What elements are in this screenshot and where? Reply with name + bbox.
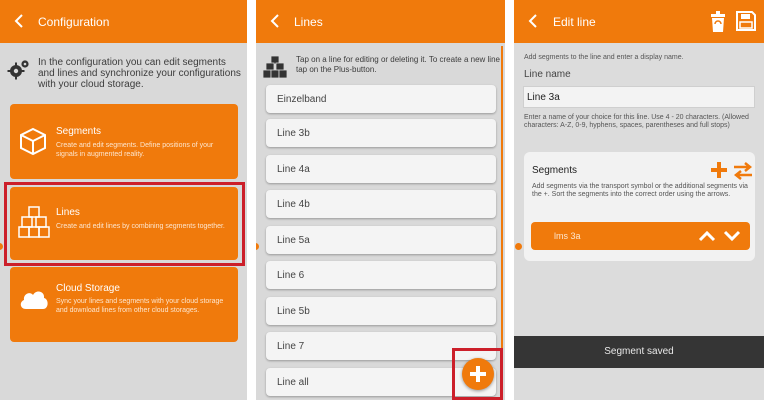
cube-icon [20,127,46,156]
cloud-icon [20,291,48,309]
line-label: Line 3b [277,128,310,139]
card-title: Segments [56,126,102,137]
list-item[interactable]: Line 3b [266,119,496,147]
intro-text: Tap on a line for editing or deleting it… [296,55,500,74]
back-arrow-icon[interactable] [526,13,542,29]
lines-screen: Lines Tap on a line for editing or delet… [256,0,505,400]
line-label: Line 7 [277,341,305,352]
line-label: Line 5a [277,235,310,246]
move-down-icon[interactable] [723,230,741,242]
app-bar: Edit line [514,0,764,43]
page-edge-indicator [515,243,522,250]
plus-icon[interactable] [710,161,728,179]
edit-line-screen: Edit line Add segments to the line and e… [514,0,764,400]
highlight-frame [452,348,503,400]
card-description: Create and edit segments. Define positio… [56,142,214,158]
list-item[interactable]: Einzelband [266,85,496,113]
line-label: Einzelband [277,94,327,105]
app-bar: Configuration [0,0,247,43]
line-name-input[interactable]: Line 3a [523,86,755,108]
line-name-hint: Enter a name of your choice for this lin… [524,114,749,129]
page-edge-indicator [0,243,3,250]
move-up-icon[interactable] [698,230,716,242]
segments-hint: Add segments via the transport symbol or… [532,183,748,198]
highlight-frame [4,182,245,266]
app-bar: Lines [256,0,505,43]
intro-text: In the configuration you can edit segmen… [38,57,241,90]
segment-item[interactable]: lms 3a [531,222,750,250]
list-item[interactable]: Line 5a [266,226,496,254]
page-title: Edit line [553,15,596,29]
scrollbar[interactable] [501,46,503,400]
gears-icon [7,60,29,80]
list-item[interactable]: Line 4a [266,155,496,183]
card-title: Cloud Storage [56,283,120,294]
configuration-screen: Configuration In the configuration you c… [0,0,247,400]
page-edge-indicator [256,243,259,250]
intro-text: Add segments to the line and enter a dis… [524,54,684,61]
segments-section: Segments Add segments via the transport … [524,152,755,261]
line-name-label: Line name [524,69,571,80]
save-icon[interactable] [736,11,756,31]
trash-icon[interactable] [709,11,727,33]
card-description: Sync your lines and segments with your c… [56,298,224,314]
stacked-cubes-icon [263,55,287,79]
line-label: Line 4b [277,199,310,210]
list-item[interactable]: Line 5b [266,297,496,325]
segments-card[interactable]: Segments Create and edit segments. Defin… [10,104,238,179]
toast-message: Segment saved [514,336,764,368]
line-label: Line 6 [277,270,305,281]
list-item[interactable]: Line 4b [266,190,496,218]
line-label: Line 5b [277,306,310,317]
list-item[interactable]: Line 6 [266,261,496,289]
line-label: Line 4a [277,164,310,175]
segment-label: lms 3a [554,231,581,241]
cloud-storage-card[interactable]: Cloud Storage Sync your lines and segmen… [10,267,238,342]
page-title: Configuration [38,15,110,29]
back-arrow-icon[interactable] [12,13,28,29]
back-arrow-icon[interactable] [268,13,284,29]
page-title: Lines [294,15,323,29]
segments-title: Segments [532,165,578,176]
line-label: Line all [277,377,309,388]
transfer-arrows-icon[interactable] [733,162,753,180]
